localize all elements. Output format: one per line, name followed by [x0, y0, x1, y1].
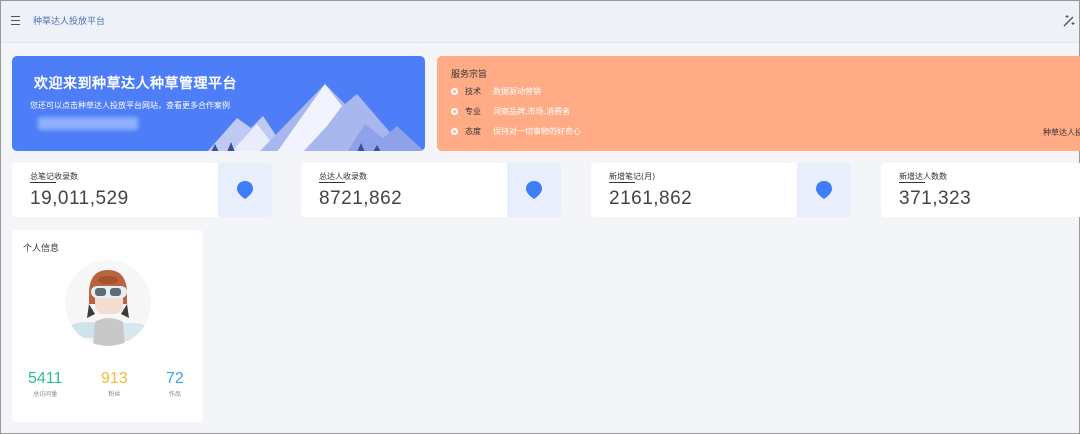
avatar-illustration [65, 260, 151, 346]
magic-wand-icon[interactable] [1061, 13, 1077, 29]
stat-value: 371,323 [899, 188, 972, 209]
stat-label: 新增笔记(月) [609, 172, 656, 181]
service-row-attitude: 态度 保持对一切事物的好奇心 [451, 126, 581, 137]
location-pin-icon [816, 181, 832, 199]
bullet-icon [451, 108, 458, 115]
service-row-pro: 专业 洞察品牌,市场,消费者 [451, 106, 570, 117]
top-bar: 种草达人投放平台 [1, 1, 1079, 43]
stat-underline [609, 182, 635, 183]
metric-value: 913 [101, 370, 128, 387]
location-pin-icon [237, 181, 253, 199]
mountain-illustration [207, 84, 424, 151]
stat-card-notes-month: 新增笔记(月) 2161,862 [591, 163, 851, 217]
metric-label: 总访问量 [33, 391, 58, 398]
metric-visits: 5411 总访问量 [28, 370, 62, 398]
stat-underline [30, 182, 56, 183]
bullet-icon [451, 88, 458, 95]
service-key: 专业 [465, 107, 481, 116]
stat-card-creators-new: 新增达人数数 371,323 [881, 163, 1080, 217]
profile-title: 个人信息 [23, 244, 60, 254]
profile-card: 个人信息 5411 总访问量 913 粉丝 72 作品 [12, 230, 203, 422]
service-value: 数据驱动营销 [493, 87, 541, 96]
stat-icon-box [797, 163, 851, 217]
stat-underline [899, 182, 925, 183]
service-panel: 服务宗旨 技术 数据驱动营销 专业 洞察品牌,市场,消费者 态度 保持对一切事物的好奇… [437, 56, 1080, 151]
blurred-link[interactable] [38, 117, 138, 130]
service-title: 服务宗旨 [451, 70, 488, 80]
metric-fans: 913 粉丝 [101, 370, 128, 398]
bullet-icon [451, 128, 458, 135]
service-right-text: 种草达人投 [1043, 128, 1080, 137]
avatar[interactable] [65, 260, 151, 346]
stat-underline [319, 182, 345, 183]
welcome-subtitle: 您还可以点击种草达人投放平台网站，查看更多合作案例 [30, 101, 230, 110]
service-row-tech: 技术 数据驱动营销 [451, 86, 541, 97]
stat-card-notes-total: 总笔记收录数 19,011,529 [12, 163, 272, 217]
metric-label: 作品 [168, 391, 181, 398]
metric-value: 72 [166, 370, 184, 387]
app-title: 种草达人投放平台 [33, 17, 106, 27]
service-key: 技术 [465, 87, 481, 96]
stat-value: 8721,862 [319, 188, 403, 209]
stat-icon-box [218, 163, 272, 217]
welcome-banner: 欢迎来到种草达人种草管理平台 您还可以点击种草达人投放平台网站，查看更多合作案例 [12, 56, 425, 151]
stat-label: 总达人收录数 [319, 172, 367, 181]
stat-value: 2161,862 [609, 188, 693, 209]
stat-label: 总笔记收录数 [30, 172, 78, 181]
location-pin-icon [526, 181, 542, 199]
service-value: 洞察品牌,市场,消费者 [493, 107, 571, 116]
stat-value: 19,011,529 [30, 188, 129, 209]
metric-label: 粉丝 [108, 391, 121, 398]
hamburger-icon[interactable] [11, 16, 20, 25]
metric-value: 5411 [28, 370, 63, 387]
stat-card-creators-total: 总达人收录数 8721,862 [301, 163, 561, 217]
service-key: 态度 [465, 127, 481, 136]
metric-works: 72 作品 [166, 370, 184, 398]
stat-label: 新增达人数数 [899, 172, 947, 181]
service-value: 保持对一切事物的好奇心 [493, 127, 581, 136]
stat-icon-box [507, 163, 561, 217]
